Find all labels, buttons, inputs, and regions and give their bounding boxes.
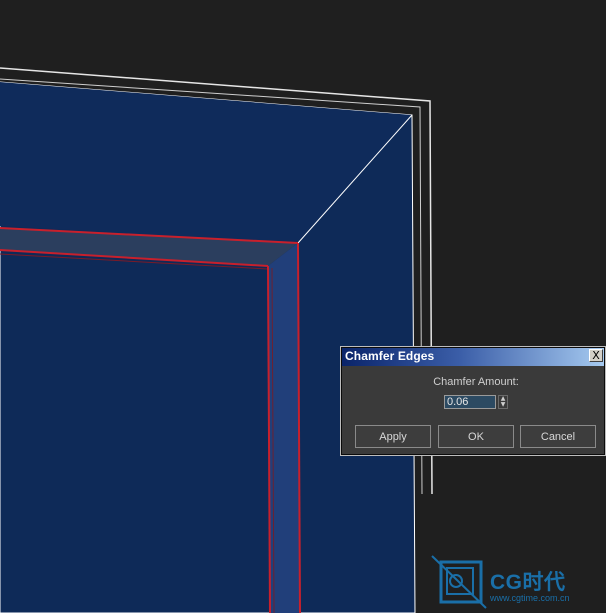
chamfer-amount-input[interactable]: 0.06 bbox=[444, 395, 496, 409]
cancel-button[interactable]: Cancel bbox=[520, 425, 596, 448]
3d-viewport[interactable] bbox=[0, 0, 606, 613]
chamfer-amount-label: Chamfer Amount: bbox=[433, 376, 519, 388]
ok-button[interactable]: OK bbox=[438, 425, 514, 448]
close-icon: X bbox=[592, 349, 600, 362]
apply-button[interactable]: Apply bbox=[355, 425, 431, 448]
chamfer-edges-dialog: Chamfer Edges X Chamfer Amount: 0.06 ▲ ▼… bbox=[340, 346, 606, 456]
watermark-brand-text: CG时代 bbox=[490, 571, 566, 594]
spinner-arrows-icon[interactable]: ▲ ▼ bbox=[498, 395, 508, 409]
dialog-title: Chamfer Edges bbox=[345, 349, 435, 363]
close-button[interactable]: X bbox=[589, 349, 603, 362]
spinner-down-icon[interactable]: ▼ bbox=[499, 402, 507, 408]
dialog-titlebar[interactable]: Chamfer Edges X bbox=[342, 348, 604, 366]
watermark-url-text: www.cgtime.com.cn bbox=[490, 593, 570, 603]
